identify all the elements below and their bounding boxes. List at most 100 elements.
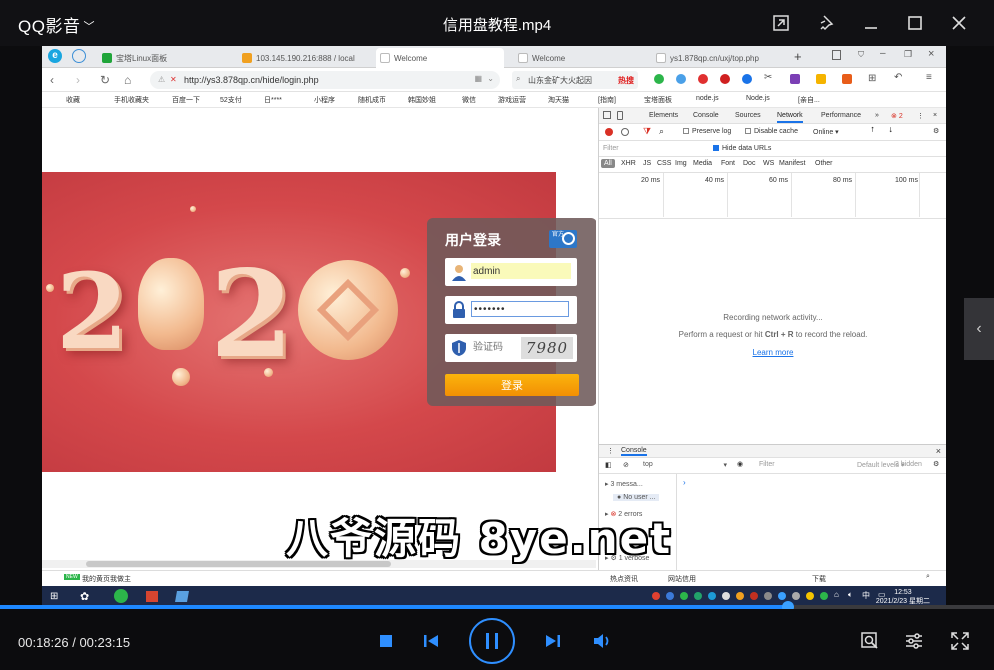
tray-icon[interactable] [680, 592, 688, 600]
bookmark-item[interactable]: Node.js [746, 95, 770, 102]
eye-icon[interactable]: ◉ [737, 460, 743, 468]
password-input[interactable] [471, 301, 569, 317]
next-button[interactable] [542, 631, 564, 651]
console-settings-icon[interactable]: ⚙ [933, 460, 939, 468]
type-filter-xhr[interactable]: XHR [621, 160, 636, 167]
bookmark-item[interactable]: 随机成币 [358, 95, 386, 105]
windows-start-icon[interactable]: ⊞ [50, 591, 58, 602]
bookmark-item[interactable]: [指南] [598, 95, 616, 105]
extension-purple-icon[interactable] [790, 74, 800, 84]
devtools-tab-network[interactable]: Network [777, 112, 803, 123]
status-left-text[interactable]: 我的黄页我做主 [82, 574, 131, 584]
apps-grid-icon[interactable]: ⊞ [868, 73, 876, 84]
bookmark-item[interactable]: 游戏运营 [498, 95, 526, 105]
login-button[interactable]: 登录 [445, 374, 579, 396]
bookmark-item[interactable]: 韩国妙姐 [408, 95, 436, 105]
kebab-menu-icon[interactable]: ⋮ [917, 112, 924, 120]
url-input[interactable]: ⚠ ✕ http://ys3.878qp.cn/hide/login.php ▦… [150, 71, 500, 89]
undo-icon[interactable]: ↶ [894, 72, 902, 83]
status-download[interactable]: 下载 [812, 574, 826, 584]
upload-icon[interactable]: ⭡ [871, 127, 874, 135]
tray-icon[interactable] [666, 592, 674, 600]
context-select[interactable]: top ▾ [643, 461, 727, 469]
bookmark-item[interactable]: 微信 [462, 95, 476, 105]
error-counter[interactable]: ⊗ 2 [891, 112, 903, 120]
status-site-credit[interactable]: 网站信用 [668, 574, 696, 584]
bookmark-item[interactable]: 手机收藏夹 [114, 95, 149, 105]
extension-translate-icon[interactable] [742, 74, 752, 84]
browser-tab[interactable]: 宝塔Linux面板 [98, 48, 218, 68]
home-icon[interactable]: ⌂ [124, 73, 131, 87]
bookmark-item[interactable]: 淘天猫 [548, 95, 569, 105]
playlist-toggle-button[interactable]: ‹ [964, 298, 994, 360]
learn-more-link[interactable]: Learn more [599, 348, 946, 357]
stop-button[interactable] [376, 631, 396, 651]
devtools-tab-performance[interactable]: Performance [821, 112, 861, 119]
tray-icon[interactable] [736, 592, 744, 600]
tray-icon[interactable] [778, 592, 786, 600]
minimize-icon[interactable] [858, 10, 884, 36]
browser-tab[interactable]: ys1.878qp.cn/uxj/top.php [652, 48, 792, 68]
console-group-messages[interactable]: ▸ 3 messa... [605, 480, 643, 488]
window-minimize-icon[interactable]: – [880, 48, 886, 59]
type-filter-other[interactable]: Other [815, 160, 833, 167]
bookmark-item[interactable]: 百度一下 [172, 95, 200, 105]
sidebar-toggle-icon[interactable]: ◧ [605, 461, 612, 469]
status-news[interactable]: 热点资讯 [610, 574, 638, 584]
screenshot-icon[interactable] [768, 10, 794, 36]
kebab-menu-icon[interactable]: ⋮ [607, 447, 614, 455]
devtools-tab-elements[interactable]: Elements [649, 112, 678, 119]
username-input[interactable] [471, 263, 571, 279]
type-filter-ws[interactable]: WS [763, 160, 774, 167]
tray-icon[interactable] [708, 592, 716, 600]
zoom-icon[interactable]: ⌕ [926, 573, 930, 581]
extension-cloud-icon[interactable] [676, 74, 686, 84]
menu-icon[interactable]: ≡ [926, 72, 932, 83]
app-taskbar-icon[interactable] [146, 591, 158, 602]
speaker-icon[interactable]: 🔈︎ [848, 590, 853, 600]
captcha-image[interactable]: 7980 [521, 337, 573, 359]
extension-adblock-icon[interactable] [698, 74, 708, 84]
console-prompt[interactable]: › [683, 478, 686, 487]
extension-pdf-icon[interactable] [720, 74, 730, 84]
device-toggle-icon[interactable] [617, 111, 623, 120]
tray-icon[interactable] [694, 592, 702, 600]
reload-icon[interactable]: ↻ [100, 73, 110, 87]
tray-icon[interactable] [792, 592, 800, 600]
pause-button[interactable] [469, 618, 515, 664]
devtools-tab-sources[interactable]: Sources [735, 112, 761, 119]
network-filter-input[interactable]: Filter [603, 145, 619, 152]
tray-icon[interactable]: ⌂ [834, 590, 839, 599]
settings-gear-icon[interactable]: ⚙ [933, 127, 939, 135]
clear-icon[interactable] [621, 128, 629, 136]
pinwheel-app-icon[interactable]: ✿ [80, 590, 89, 603]
throttle-select[interactable]: Online ▾ [813, 128, 839, 136]
back-icon[interactable]: ‹ [50, 73, 54, 87]
window-restore-icon[interactable]: ❐ [904, 49, 912, 60]
download-icon[interactable]: ⭣ [889, 127, 892, 135]
screen-capture-button[interactable] [858, 629, 882, 653]
taskbar-clock[interactable]: 12:53 2021/2/23 星期二 [876, 588, 930, 606]
compass-icon[interactable] [72, 49, 86, 63]
new-tab-icon[interactable]: + [794, 49, 802, 64]
ime-icon[interactable]: 中 [862, 590, 870, 601]
type-filter-css[interactable]: CSS [657, 160, 671, 167]
filter-icon[interactable]: ⧩ [643, 126, 652, 136]
browser-tab-active[interactable]: Welcome [376, 48, 504, 68]
type-filter-manifest[interactable]: Manifest [779, 160, 805, 167]
window-close-icon[interactable]: × [928, 48, 934, 60]
notes-taskbar-icon[interactable] [175, 591, 189, 602]
type-filter-doc[interactable]: Doc [743, 160, 755, 167]
type-filter-all[interactable]: All [601, 159, 615, 168]
bookmark-item[interactable]: 52支付 [220, 95, 242, 105]
record-icon[interactable] [605, 128, 613, 136]
search-icon[interactable]: ⌕ [659, 126, 668, 136]
browser-tab[interactable]: Welcome [514, 48, 624, 68]
tray-icon[interactable] [722, 592, 730, 600]
shirt-icon[interactable]: ⛉ [858, 50, 864, 60]
tray-icon[interactable] [652, 592, 660, 600]
close-drawer-icon[interactable]: × [936, 446, 941, 456]
tray-icon[interactable] [764, 592, 772, 600]
close-devtools-icon[interactable]: × [933, 112, 937, 119]
forward-icon[interactable]: › [76, 73, 80, 87]
